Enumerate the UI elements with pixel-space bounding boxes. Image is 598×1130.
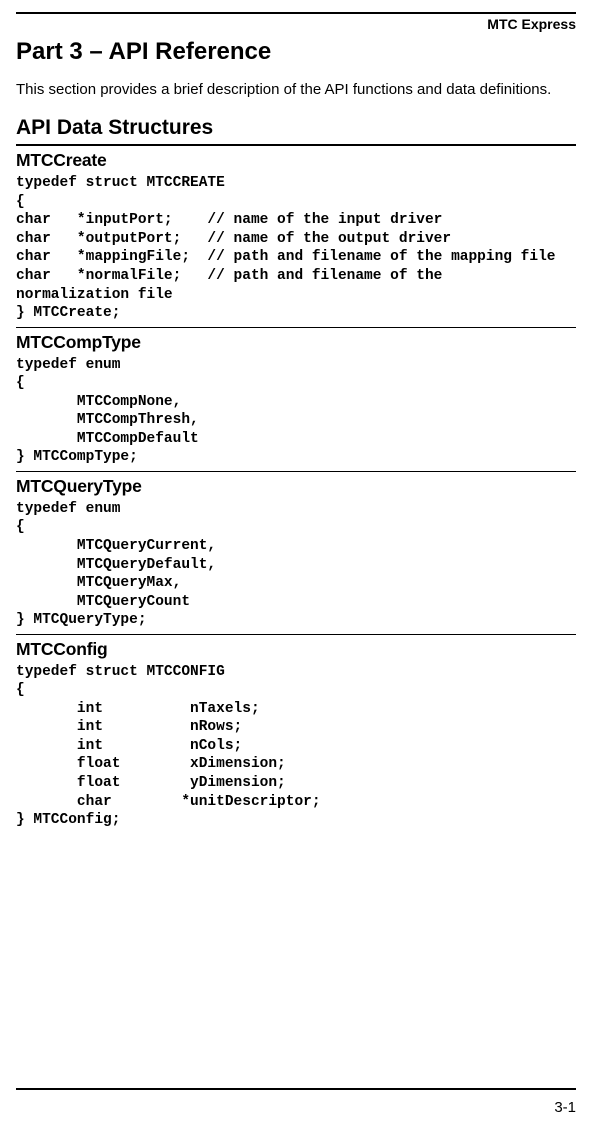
struct-mtccomptype-title: MTCCompType — [16, 332, 576, 353]
struct-mtcconfig-code: typedef struct MTCCONFIG { int nTaxels; … — [16, 663, 576, 830]
section-title: API Data Structures — [16, 116, 576, 140]
struct-mtccreate-title: MTCCreate — [16, 150, 576, 171]
divider — [16, 634, 576, 635]
header-rule — [16, 12, 576, 14]
struct-mtccomptype: MTCCompType typedef enum { MTCCompNone, … — [16, 332, 576, 467]
struct-mtccomptype-code: typedef enum { MTCCompNone, MTCCompThres… — [16, 356, 576, 467]
struct-mtcquerytype: MTCQueryType typedef enum { MTCQueryCurr… — [16, 476, 576, 630]
struct-mtccreate-code: typedef struct MTCCREATE { char *inputPo… — [16, 174, 576, 322]
intro-text: This section provides a brief descriptio… — [16, 80, 576, 100]
struct-mtcquerytype-code: typedef enum { MTCQueryCurrent, MTCQuery… — [16, 500, 576, 630]
divider — [16, 327, 576, 328]
footer-rule — [16, 1088, 576, 1090]
struct-mtcconfig-title: MTCConfig — [16, 639, 576, 660]
part-title: Part 3 – API Reference — [16, 38, 576, 66]
struct-mtcconfig: MTCConfig typedef struct MTCCONFIG { int… — [16, 639, 576, 830]
struct-mtcquerytype-title: MTCQueryType — [16, 476, 576, 497]
header-title: MTC Express — [16, 16, 576, 32]
struct-mtccreate: MTCCreate typedef struct MTCCREATE { cha… — [16, 150, 576, 322]
page-number: 3-1 — [554, 1099, 576, 1116]
section-rule — [16, 144, 576, 146]
divider — [16, 471, 576, 472]
